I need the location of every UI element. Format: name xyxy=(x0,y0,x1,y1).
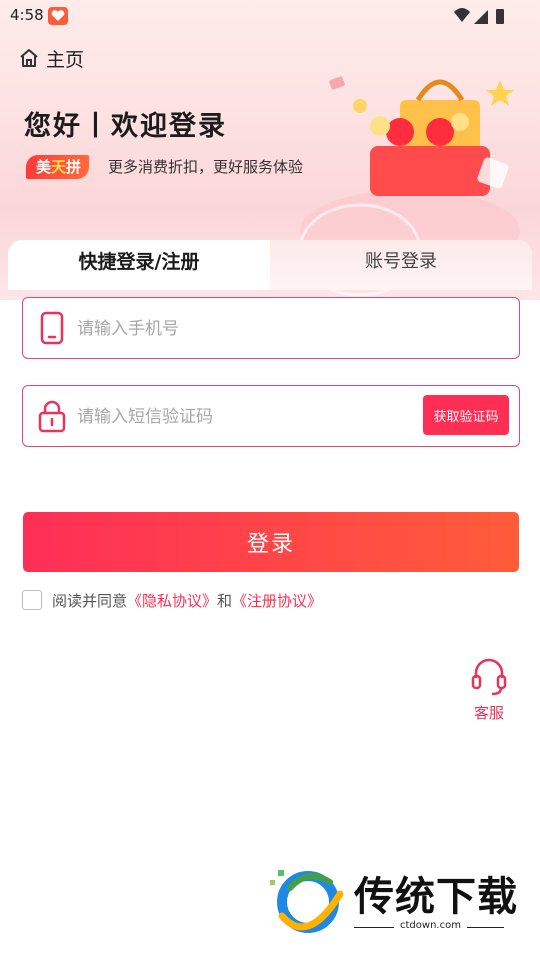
phone-icon xyxy=(40,311,64,345)
signal-icon xyxy=(474,10,488,24)
battery-icon xyxy=(496,9,504,24)
customer-service-label: 客服 xyxy=(473,704,504,722)
brand-char-2: 天 xyxy=(51,158,67,176)
brand-char-1: 美 xyxy=(36,158,52,176)
sms-code-input[interactable] xyxy=(75,396,419,438)
login-button[interactable]: 登录 xyxy=(23,512,519,572)
agreement-text: 阅读并同意《隐私协议》和《注册协议》 xyxy=(52,590,322,611)
agreement-prefix: 阅读并同意 xyxy=(52,591,128,610)
agreement-checkbox[interactable] xyxy=(22,590,42,610)
customer-service-button[interactable]: 客服 xyxy=(464,656,514,726)
phone-input[interactable] xyxy=(75,308,419,350)
get-code-button[interactable]: 获取验证码 xyxy=(423,395,509,435)
home-link[interactable]: 主页 xyxy=(18,44,84,72)
watermark-url: ctdown.com xyxy=(394,920,467,931)
lock-icon xyxy=(38,400,66,433)
phone-field xyxy=(22,297,520,359)
agreement-and: 和 xyxy=(217,591,233,610)
sms-code-field: 获取验证码 xyxy=(22,385,520,447)
status-indicators xyxy=(454,8,504,24)
wifi-icon xyxy=(454,8,470,22)
privacy-policy-link[interactable]: 《隐私协议》 xyxy=(127,592,217,610)
welcome-title: 您好丨欢迎登录 xyxy=(24,111,227,142)
brand-char-3: 拼 xyxy=(66,158,82,176)
welcome-subtitle: 更多消费折扣，更好服务体验 xyxy=(108,158,304,176)
login-tabs: 快捷登录/注册 账号登录 xyxy=(8,240,532,290)
register-agreement-link[interactable]: 《注册协议》 xyxy=(232,592,322,610)
site-watermark: 传统下载 ctdown.com xyxy=(268,860,518,940)
status-bar: 4:58 xyxy=(0,0,540,32)
watermark-name: 传统下载 xyxy=(354,874,518,920)
app-notification-icon xyxy=(48,7,68,25)
agreement-row: 阅读并同意《隐私协议》和《注册协议》 xyxy=(22,588,322,612)
brand-badge: 美天拼 xyxy=(26,155,90,179)
headset-icon xyxy=(471,658,507,696)
watermark-logo-icon xyxy=(270,870,344,933)
status-time: 4:58 xyxy=(10,6,44,24)
tab-account-login[interactable]: 账号登录 xyxy=(270,240,532,290)
tab-quick-login[interactable]: 快捷登录/注册 xyxy=(8,240,270,290)
home-label: 主页 xyxy=(46,48,85,71)
home-icon xyxy=(20,49,38,67)
